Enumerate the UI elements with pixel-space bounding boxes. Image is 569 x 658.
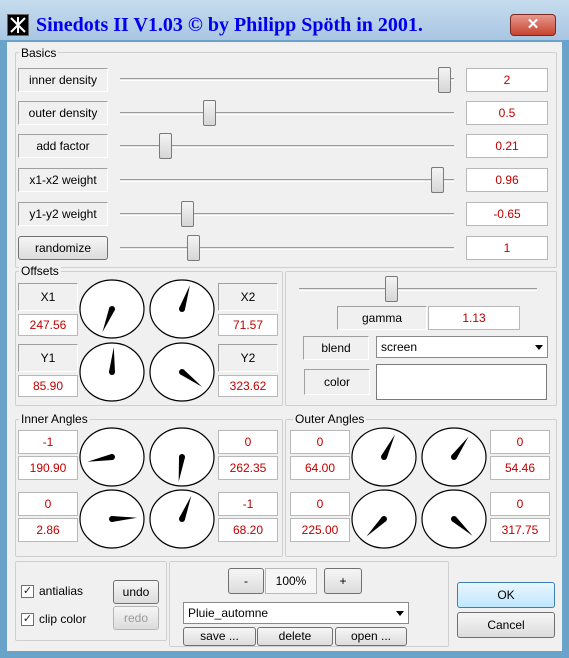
inner-bottom-right-count[interactable]: -1 (218, 492, 278, 516)
clip-color-checkbox[interactable]: ✓ (21, 613, 34, 626)
outer-top-right-value[interactable]: 54.46 (490, 456, 550, 480)
close-button[interactable]: ✕ (510, 14, 556, 36)
y1-label: Y1 (18, 344, 78, 372)
outer-angles-group-label: Outer Angles (293, 412, 367, 426)
randomize-slider-track[interactable] (120, 247, 454, 250)
blend-selected-value: screen (381, 340, 418, 354)
blend-select[interactable]: screen (376, 336, 548, 358)
y2-label: Y2 (218, 344, 278, 372)
inner-density-value[interactable]: 2 (466, 68, 548, 92)
y1-value[interactable]: 85.90 (18, 375, 78, 397)
add-factor-slider-thumb[interactable] (158, 133, 172, 159)
y1-y2-weight-label: y1-y2 weight (18, 202, 108, 226)
outer-bottom-right-count[interactable]: 0 (490, 492, 550, 516)
chevron-down-icon (396, 611, 404, 616)
offset-y2-dial[interactable] (149, 342, 215, 402)
y1-y2-weight-slider-track[interactable] (120, 213, 454, 216)
inner-angle-bottom-right-dial[interactable] (149, 489, 215, 549)
inner-top-right-value[interactable]: 262.35 (218, 456, 278, 480)
outer-density-slider-thumb[interactable] (203, 100, 217, 126)
zoom-level: 100% (265, 568, 317, 594)
outer-density-slider-track[interactable] (120, 112, 454, 115)
outer-angle-top-right-dial[interactable] (421, 427, 487, 487)
outer-angle-bottom-left-dial[interactable] (351, 489, 417, 549)
y1-y2-weight-value[interactable]: -0.65 (466, 202, 548, 226)
x1-label: X1 (18, 283, 78, 311)
undo-button[interactable]: undo (113, 580, 159, 604)
outer-angle-bottom-right-dial[interactable] (421, 489, 487, 549)
inner-bottom-left-value[interactable]: 2.86 (18, 518, 78, 542)
save-preset-button[interactable]: save ... (183, 627, 256, 646)
chevron-down-icon (535, 345, 543, 350)
x2-value[interactable]: 71.57 (218, 314, 278, 336)
cancel-button[interactable]: Cancel (457, 612, 555, 638)
inner-top-left-value[interactable]: 190.90 (18, 456, 78, 480)
clip-color-label[interactable]: clip color (39, 612, 86, 626)
preset-selected-value: Pluie_automne (188, 606, 269, 620)
gamma-slider-track[interactable] (299, 288, 537, 291)
open-preset-button[interactable]: open ... (335, 627, 407, 646)
outer-density-value[interactable]: 0.5 (466, 101, 548, 125)
outer-density-label: outer density (18, 101, 108, 125)
inner-top-right-count[interactable]: 0 (218, 430, 278, 454)
add-factor-label: add factor (18, 134, 108, 158)
outer-angle-top-left-dial[interactable] (351, 427, 417, 487)
randomize-button[interactable]: randomize (18, 236, 108, 260)
x1-x2-weight-slider-thumb[interactable] (431, 167, 445, 193)
x2-label: X2 (218, 283, 278, 311)
inner-angle-bottom-left-dial[interactable] (79, 489, 145, 549)
offset-x1-dial[interactable] (79, 279, 145, 339)
gamma-slider-thumb[interactable] (384, 276, 398, 302)
outer-bottom-right-value[interactable]: 317.75 (490, 518, 550, 542)
ok-button[interactable]: OK (457, 582, 555, 608)
inner-bottom-left-count[interactable]: 0 (18, 492, 78, 516)
outer-top-left-count[interactable]: 0 (290, 430, 350, 454)
outer-top-left-value[interactable]: 64.00 (290, 456, 350, 480)
inner-top-left-count[interactable]: -1 (18, 430, 78, 454)
basics-group-label: Basics (19, 46, 59, 60)
inner-density-label: inner density (18, 68, 108, 92)
dialog-client: Basics inner density 2 outer density 0.5… (7, 42, 562, 651)
preset-select[interactable]: Pluie_automne (183, 602, 409, 624)
outer-top-right-count[interactable]: 0 (490, 430, 550, 454)
color-swatch[interactable] (376, 364, 547, 400)
offsets-group-label: Offsets (19, 264, 61, 278)
blend-label: blend (303, 336, 369, 360)
y1-y2-weight-slider-thumb[interactable] (180, 201, 194, 227)
zoom-in-button[interactable]: + (324, 568, 362, 594)
delete-preset-button[interactable]: delete (257, 627, 333, 646)
zoom-out-button[interactable]: - (228, 568, 264, 594)
offset-x2-dial[interactable] (149, 279, 215, 339)
inner-density-slider-thumb[interactable] (437, 67, 451, 93)
add-factor-value[interactable]: 0.21 (466, 134, 548, 158)
antialias-checkbox[interactable]: ✓ (21, 585, 34, 598)
outer-bottom-left-value[interactable]: 225.00 (290, 518, 350, 542)
inner-density-slider-track[interactable] (120, 78, 454, 81)
antialias-label[interactable]: antialias (39, 584, 83, 598)
title-bar: Sinedots II V1.03 © by Philipp Spöth in … (0, 0, 569, 40)
inner-angles-group-label: Inner Angles (19, 412, 90, 426)
gamma-value[interactable]: 1.13 (428, 306, 520, 330)
randomize-value[interactable]: 1 (466, 236, 548, 260)
color-label: color (304, 369, 370, 395)
x1-value[interactable]: 247.56 (18, 314, 78, 336)
x1-x2-weight-slider-track[interactable] (120, 179, 454, 182)
close-icon: ✕ (526, 16, 540, 33)
x1-x2-weight-label: x1-x2 weight (18, 168, 108, 192)
sinedots-app-icon[interactable] (7, 14, 29, 36)
inner-bottom-right-value[interactable]: 68.20 (218, 518, 278, 542)
x1-x2-weight-value[interactable]: 0.96 (466, 168, 548, 192)
redo-button[interactable]: redo (113, 606, 159, 630)
window-title: Sinedots II V1.03 © by Philipp Spöth in … (36, 14, 423, 36)
inner-angle-top-left-dial[interactable] (79, 427, 145, 487)
offset-y1-dial[interactable] (79, 342, 145, 402)
randomize-slider-thumb[interactable] (187, 235, 201, 261)
y2-value[interactable]: 323.62 (218, 375, 278, 397)
inner-angle-top-right-dial[interactable] (149, 427, 215, 487)
outer-bottom-left-count[interactable]: 0 (290, 492, 350, 516)
gamma-label: gamma (337, 306, 427, 330)
